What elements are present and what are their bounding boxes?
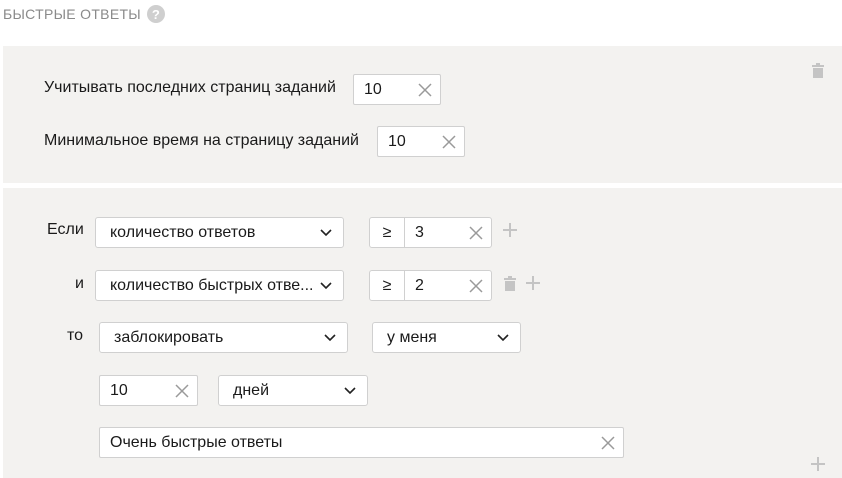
clear-icon[interactable] <box>410 75 440 104</box>
action-value: заблокировать <box>114 328 224 346</box>
clear-icon[interactable] <box>434 127 464 156</box>
duration-unit-select[interactable]: дней <box>218 375 368 406</box>
trash-icon[interactable] <box>809 60 827 80</box>
last-pages-value: 10 <box>364 80 382 98</box>
condition1-field-select[interactable]: количество ответов <box>95 217 344 248</box>
reason-input[interactable]: Очень быстрые ответы <box>99 427 624 458</box>
rule-panel: Если количество ответов ≥ 3 и количество… <box>3 188 842 478</box>
clear-icon[interactable] <box>461 218 491 247</box>
scope-value: у меня <box>387 328 437 346</box>
condition1-operator[interactable]: ≥ <box>370 218 405 247</box>
duration-input[interactable]: 10 <box>99 375 198 406</box>
duration-unit-value: дней <box>233 381 270 399</box>
section-title-text: БЫСТРЫЕ ОТВЕТЫ <box>3 6 141 22</box>
condition1-field-value: количество ответов <box>110 223 256 241</box>
chevron-down-icon <box>319 226 333 240</box>
clear-icon[interactable] <box>167 376 197 405</box>
clear-icon[interactable] <box>593 428 623 457</box>
condition1-value: 3 <box>415 223 424 241</box>
chevron-down-icon <box>319 279 333 293</box>
section-title: БЫСТРЫЕ ОТВЕТЫ ? <box>3 5 165 23</box>
min-time-label: Минимальное время на страницу заданий <box>44 132 359 149</box>
chevron-down-icon <box>496 331 510 345</box>
clear-icon[interactable] <box>461 271 491 300</box>
help-icon[interactable]: ? <box>147 5 165 23</box>
and-label: и <box>75 275 84 292</box>
condition2-value: 2 <box>415 276 424 294</box>
last-pages-input[interactable]: 10 <box>353 74 441 105</box>
reason-value: Очень быстрые ответы <box>110 433 283 451</box>
last-pages-label: Учитывать последних страниц заданий <box>44 79 336 96</box>
duration-value: 10 <box>110 381 128 399</box>
condition1-operator-input[interactable]: ≥ 3 <box>369 217 492 248</box>
condition2-field-select[interactable]: количество быстрых отве... <box>95 270 344 301</box>
plus-icon[interactable] <box>810 456 826 472</box>
condition2-field-value: количество быстрых отве... <box>110 276 314 294</box>
min-time-value: 10 <box>388 132 406 150</box>
plus-icon[interactable] <box>525 275 541 291</box>
min-time-input[interactable]: 10 <box>377 126 465 157</box>
chevron-down-icon <box>343 384 357 398</box>
chevron-down-icon <box>323 331 337 345</box>
condition2-operator-input[interactable]: ≥ 2 <box>369 270 492 301</box>
settings-panel: Учитывать последних страниц заданий 10 М… <box>3 46 842 183</box>
scope-select[interactable]: у меня <box>372 322 521 353</box>
then-label: то <box>67 327 84 344</box>
condition2-operator[interactable]: ≥ <box>370 271 405 300</box>
action-select[interactable]: заблокировать <box>99 322 348 353</box>
if-label: Если <box>47 221 84 238</box>
trash-icon[interactable] <box>502 274 518 292</box>
plus-icon[interactable] <box>502 222 518 238</box>
